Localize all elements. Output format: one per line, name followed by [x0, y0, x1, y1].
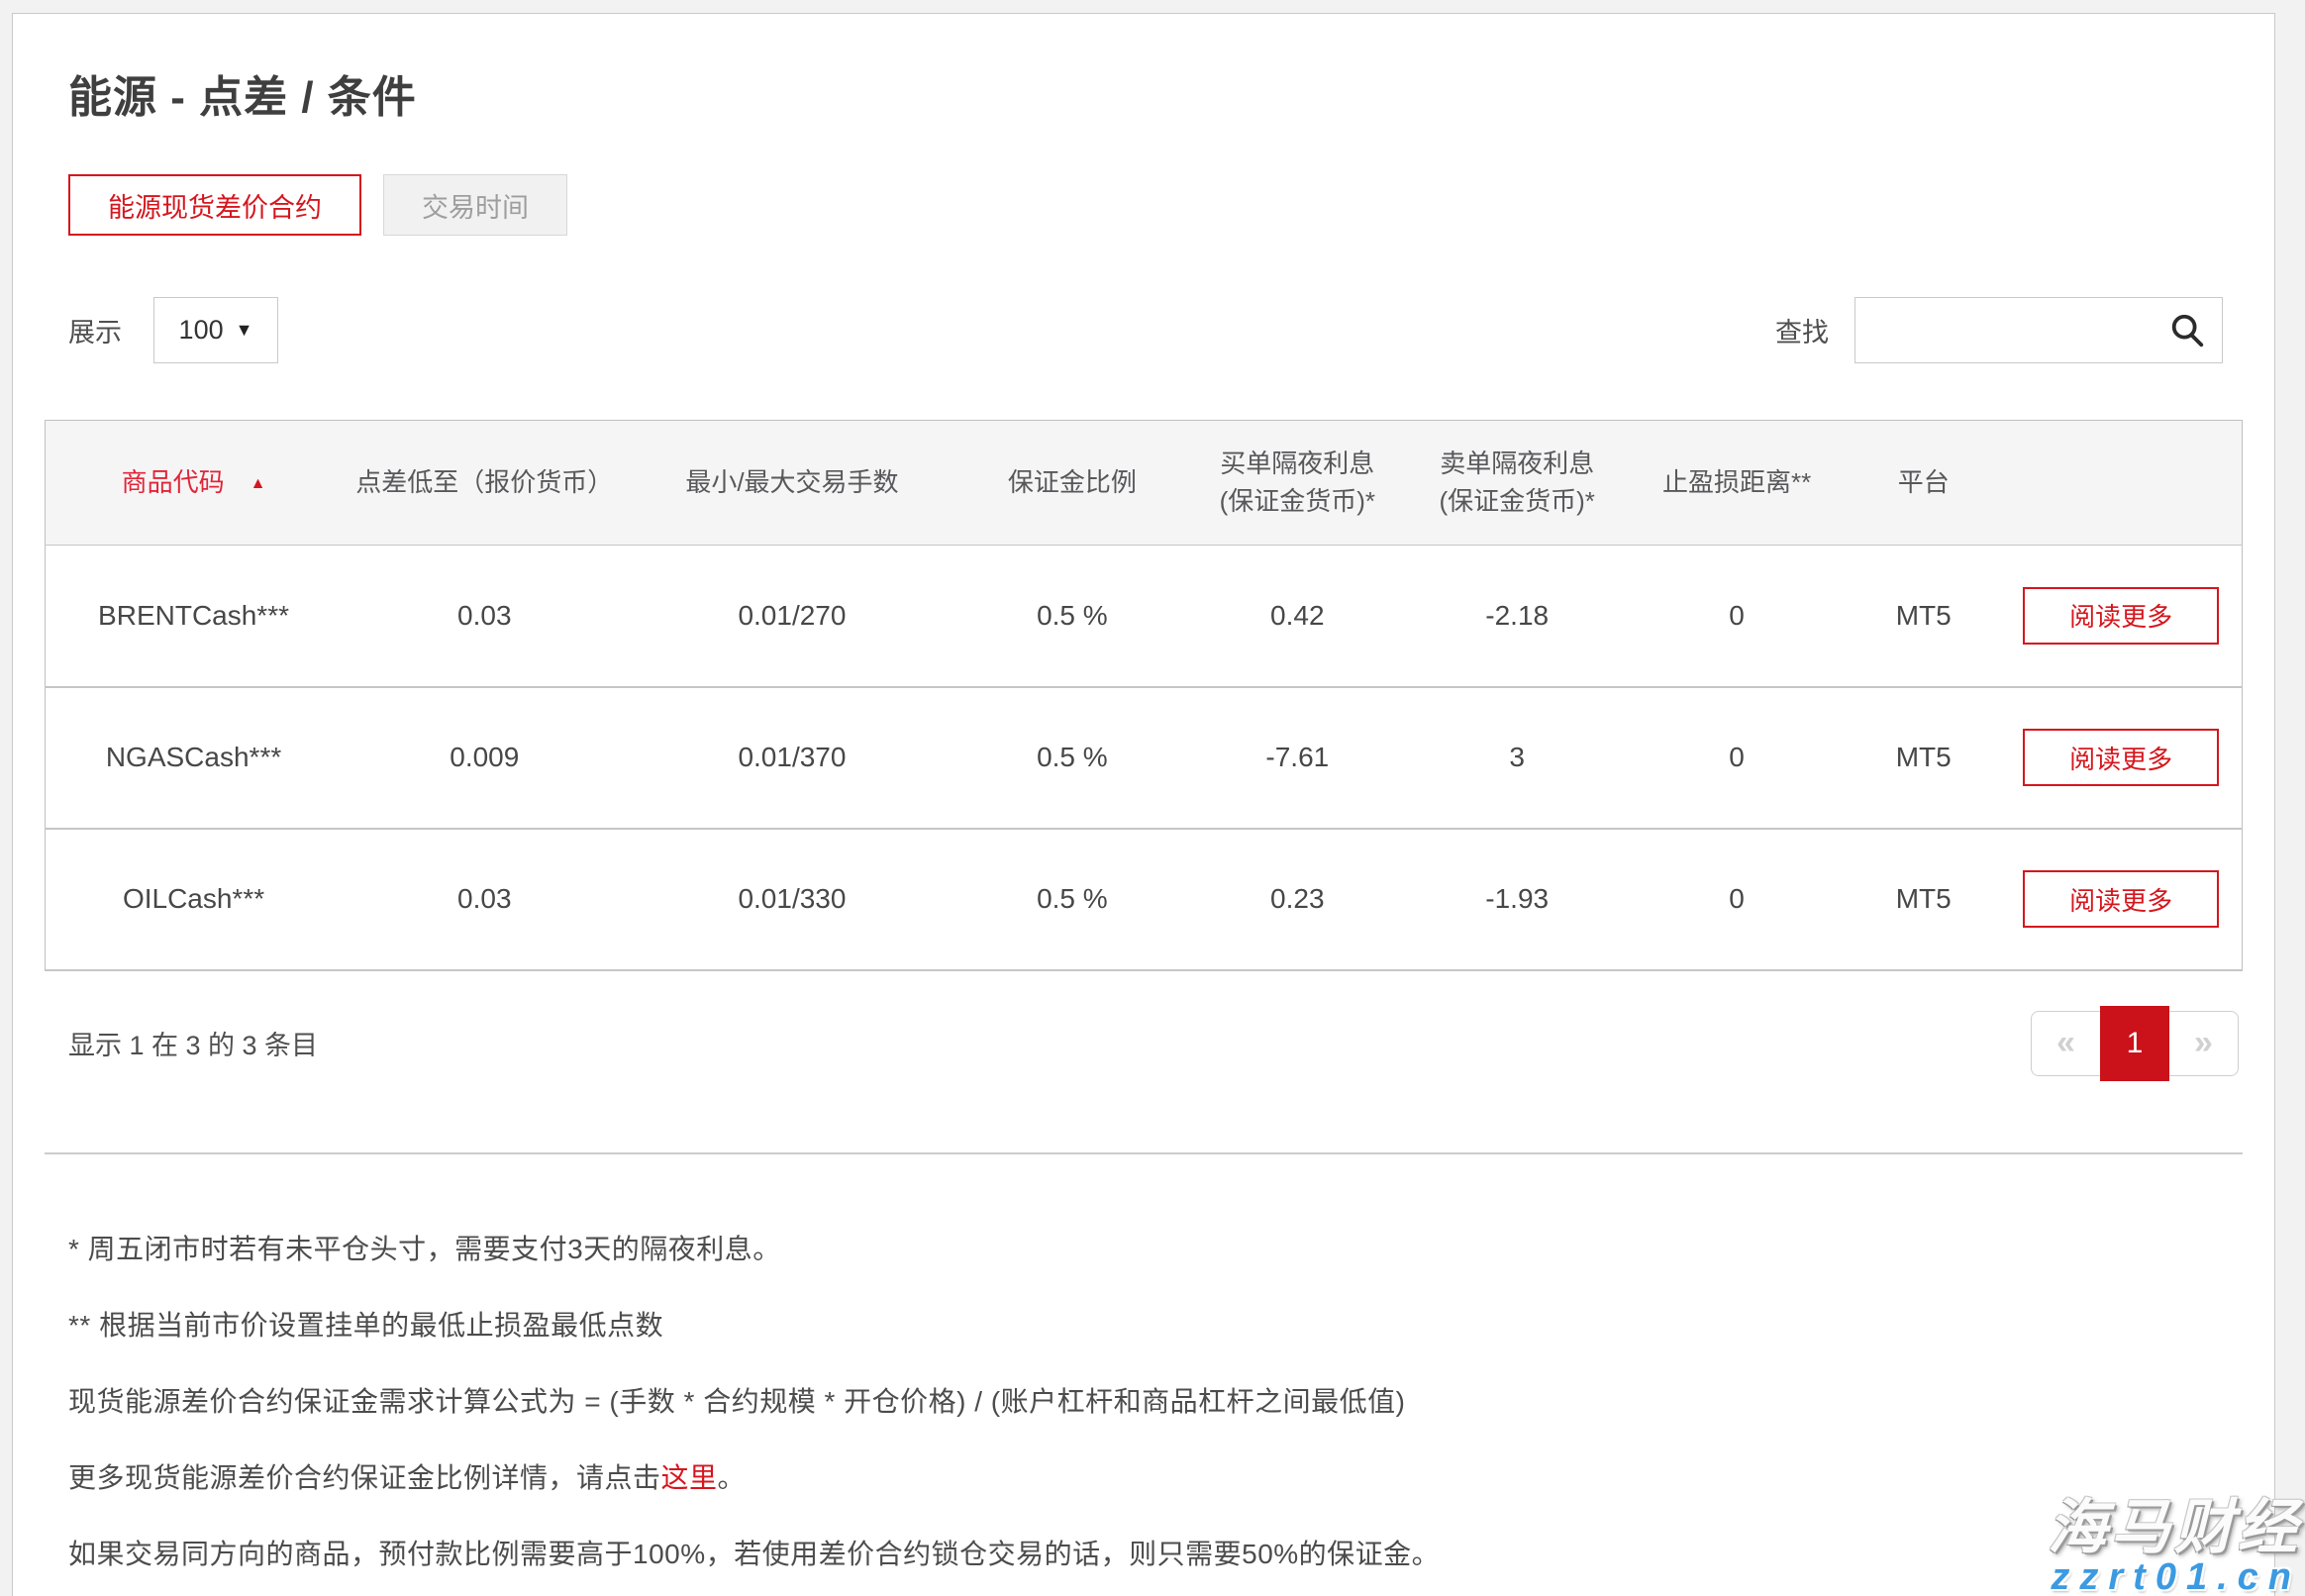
- entries-summary: 显示 1 在 3 的 3 条目: [68, 1024, 318, 1062]
- cell-limit-stop: 0: [1627, 546, 1847, 687]
- read-more-button[interactable]: 阅读更多: [2023, 870, 2219, 928]
- footnote-limit-stop: ** 根据当前市价设置挂单的最低止损盈最低点数: [68, 1304, 2243, 1344]
- cell-lots: 0.01/370: [628, 687, 957, 829]
- cell-swap-short: -2.18: [1407, 546, 1627, 687]
- cell-platform: MT5: [1847, 829, 2000, 970]
- sort-ascending-icon: ▲: [251, 475, 266, 492]
- read-more-button[interactable]: 阅读更多: [2023, 587, 2219, 645]
- tab-energy-spot-cfd[interactable]: 能源现货差价合约: [68, 174, 361, 236]
- search-label: 查找: [1775, 311, 1829, 349]
- column-header-platform[interactable]: 平台: [1847, 421, 2000, 546]
- read-more-button[interactable]: 阅读更多: [2023, 729, 2219, 786]
- content-card: 能源 - 点差 / 条件 能源现货差价合约 交易时间 展示 100 ▼ 查找: [12, 13, 2275, 1596]
- table-header-row: 商品代码 ▲ 点差低至（报价货币） 最小/最大交易手数 保证金比例 买单隔夜利息 …: [46, 421, 2243, 546]
- tab-trading-hours[interactable]: 交易时间: [383, 174, 567, 236]
- table-row: NGASCash*** 0.009 0.01/370 0.5 % -7.61 3…: [46, 687, 2243, 829]
- search-icon[interactable]: [2168, 312, 2206, 349]
- chevron-down-icon: ▼: [236, 320, 253, 341]
- cell-symbol: OILCash***: [46, 829, 343, 970]
- cell-limit-stop: 0: [1627, 687, 1847, 829]
- pagination-row: 显示 1 在 3 的 3 条目 « 1 »: [45, 1006, 2243, 1081]
- cell-swap-long: 0.42: [1187, 546, 1407, 687]
- search-box: [1854, 297, 2223, 363]
- tab-bar: 能源现货差价合约 交易时间: [68, 174, 2243, 236]
- cell-swap-short: -1.93: [1407, 829, 1627, 970]
- entries-per-page-value: 100: [179, 315, 224, 346]
- next-page-button[interactable]: »: [2169, 1011, 2239, 1076]
- column-header-spread[interactable]: 点差低至（报价货币）: [342, 421, 627, 546]
- cell-swap-long: -7.61: [1187, 687, 1407, 829]
- footnote-margin-formula: 现货能源差价合约保证金需求计算公式为 = (手数 * 合约规模 * 开仓价格) …: [68, 1380, 2243, 1420]
- footnotes: * 周五闭市时若有未平仓头寸，需要支付3天的隔夜利息。 ** 根据当前市价设置挂…: [68, 1228, 2243, 1572]
- entries-per-page-select[interactable]: 100 ▼: [153, 297, 278, 363]
- cell-platform: MT5: [1847, 687, 2000, 829]
- cell-margin: 0.5 %: [956, 687, 1187, 829]
- footnote-link-prefix: 更多现货能源差价合约保证金比例详情，请点击: [68, 1462, 661, 1493]
- cell-margin: 0.5 %: [956, 829, 1187, 970]
- cell-spread: 0.03: [342, 829, 627, 970]
- column-header-symbol[interactable]: 商品代码 ▲: [46, 421, 343, 546]
- cell-lots: 0.01/270: [628, 546, 957, 687]
- page-title: 能源 - 点差 / 条件: [68, 61, 2243, 125]
- column-header-lots[interactable]: 最小/最大交易手数: [628, 421, 957, 546]
- column-header-actions: [2000, 421, 2242, 546]
- cell-spread: 0.009: [342, 687, 627, 829]
- table-row: OILCash*** 0.03 0.01/330 0.5 % 0.23 -1.9…: [46, 829, 2243, 970]
- here-link[interactable]: 这里: [661, 1462, 718, 1493]
- cell-symbol: BRENTCash***: [46, 546, 343, 687]
- footnote-hedged-margin: 如果交易同方向的商品，预付款比例需要高于100%，若使用差价合约锁仓交易的话，则…: [68, 1533, 2243, 1572]
- column-header-limit-stop[interactable]: 止盈损距离**: [1627, 421, 1847, 546]
- cell-limit-stop: 0: [1627, 829, 1847, 970]
- cell-swap-short: 3: [1407, 687, 1627, 829]
- divider: [45, 1152, 2243, 1154]
- pager: « 1 »: [2031, 1006, 2239, 1081]
- cell-spread: 0.03: [342, 546, 627, 687]
- footnote-margin-details: 更多现货能源差价合约保证金比例详情，请点击这里。: [68, 1456, 2243, 1496]
- previous-page-button[interactable]: «: [2031, 1011, 2100, 1076]
- cell-symbol: NGASCash***: [46, 687, 343, 829]
- column-header-margin[interactable]: 保证金比例: [956, 421, 1187, 546]
- table-controls: 展示 100 ▼ 查找: [45, 297, 2243, 363]
- column-header-label: 商品代码: [122, 467, 225, 497]
- cell-lots: 0.01/330: [628, 829, 957, 970]
- table-row: BRENTCash*** 0.03 0.01/270 0.5 % 0.42 -2…: [46, 546, 2243, 687]
- cell-swap-long: 0.23: [1187, 829, 1407, 970]
- cell-platform: MT5: [1847, 546, 2000, 687]
- instruments-table: 商品代码 ▲ 点差低至（报价货币） 最小/最大交易手数 保证金比例 买单隔夜利息 …: [45, 420, 2243, 971]
- cell-margin: 0.5 %: [956, 546, 1187, 687]
- show-entries-label: 展示: [68, 311, 122, 349]
- current-page-button[interactable]: 1: [2100, 1006, 2169, 1081]
- column-header-swap-short[interactable]: 卖单隔夜利息 (保证金货币)*: [1407, 421, 1627, 546]
- footnote-swap-3day: * 周五闭市时若有未平仓头寸，需要支付3天的隔夜利息。: [68, 1228, 2243, 1267]
- column-header-swap-long[interactable]: 买单隔夜利息 (保证金货币)*: [1187, 421, 1407, 546]
- search-input[interactable]: [1855, 298, 2222, 362]
- footnote-link-suffix: 。: [718, 1462, 747, 1493]
